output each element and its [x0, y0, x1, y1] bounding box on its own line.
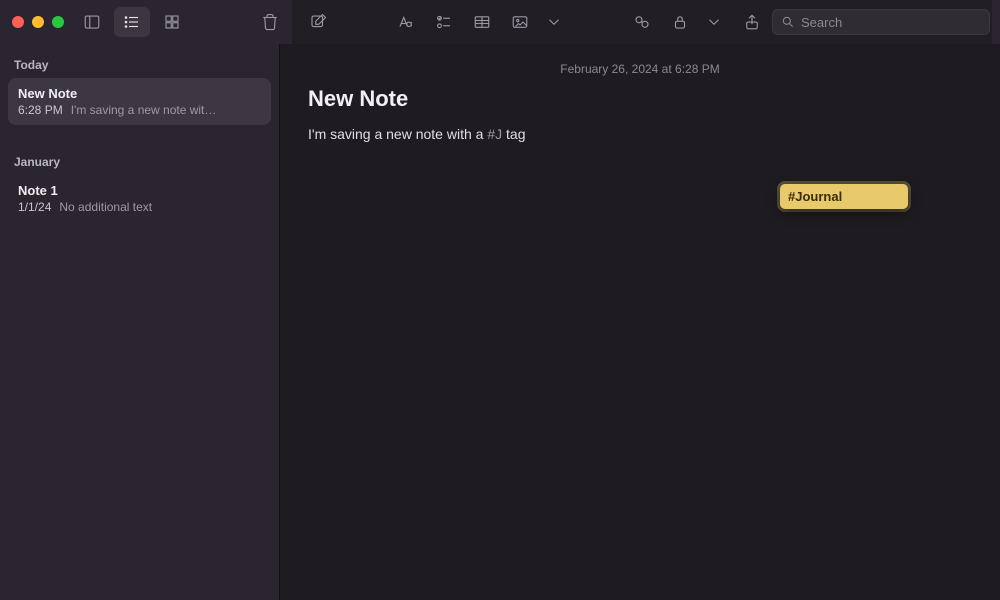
tag-suggestion-item[interactable]: #Journal	[788, 189, 842, 204]
toggle-sidebar-button[interactable]	[74, 7, 110, 37]
note-list-preview: I'm saving a new note wit…	[71, 103, 217, 117]
lock-menu-chevron[interactable]	[696, 7, 732, 37]
share-icon	[743, 13, 761, 31]
table-icon	[473, 13, 491, 31]
note-list-preview: No additional text	[59, 200, 152, 214]
media-button[interactable]	[502, 7, 538, 37]
close-window-button[interactable]	[12, 16, 24, 28]
grid-icon	[163, 13, 181, 31]
note-title[interactable]: New Note	[308, 86, 972, 112]
search-icon	[781, 15, 795, 29]
list-view-button[interactable]	[114, 7, 150, 37]
new-note-button[interactable]	[300, 7, 336, 37]
lock-icon	[671, 13, 689, 31]
note-body[interactable]: I'm saving a new note with a #J tag	[308, 126, 972, 142]
note-list-time: 6:28 PM	[18, 103, 63, 117]
media-menu-chevron[interactable]	[536, 7, 572, 37]
sidebar-icon	[83, 13, 101, 31]
fullscreen-window-button[interactable]	[52, 16, 64, 28]
chevron-down-icon	[545, 13, 563, 31]
text-format-icon	[397, 13, 415, 31]
compose-icon	[309, 13, 327, 31]
link-icon	[633, 13, 651, 31]
note-editor[interactable]: February 26, 2024 at 6:28 PM New Note I'…	[280, 44, 1000, 600]
gallery-view-button[interactable]	[154, 7, 190, 37]
list-icon	[123, 13, 141, 31]
note-list-item[interactable]: Note 1 1/1/24 No additional text	[8, 175, 271, 222]
note-list-item[interactable]: New Note 6:28 PM I'm saving a new note w…	[8, 78, 271, 125]
link-note-button[interactable]	[624, 7, 660, 37]
share-button[interactable]	[734, 7, 770, 37]
note-list-title: Note 1	[18, 183, 261, 198]
search-field[interactable]	[772, 9, 990, 35]
table-button[interactable]	[464, 7, 500, 37]
note-body-hashtag: #J	[487, 126, 502, 142]
note-body-text: I'm saving a new note with a	[308, 126, 487, 142]
minimize-window-button[interactable]	[32, 16, 44, 28]
section-header-january: January	[6, 147, 273, 175]
note-list-title: New Note	[18, 86, 261, 101]
note-date: February 26, 2024 at 6:28 PM	[308, 60, 972, 76]
tag-autocomplete-popup[interactable]: #Journal	[780, 184, 908, 209]
photo-icon	[511, 13, 529, 31]
search-input[interactable]	[801, 15, 981, 30]
delete-button[interactable]	[252, 7, 288, 37]
checklist-button[interactable]	[426, 7, 462, 37]
note-list-time: 1/1/24	[18, 200, 51, 214]
format-button[interactable]	[388, 7, 424, 37]
lock-button[interactable]	[662, 7, 698, 37]
note-body-text-after: tag	[502, 126, 525, 142]
window-controls	[8, 16, 70, 28]
chevron-down-icon	[705, 13, 723, 31]
checklist-icon	[435, 13, 453, 31]
trash-icon	[261, 13, 279, 31]
section-header-today: Today	[6, 50, 273, 78]
notes-list-sidebar: Today New Note 6:28 PM I'm saving a new …	[0, 44, 280, 600]
